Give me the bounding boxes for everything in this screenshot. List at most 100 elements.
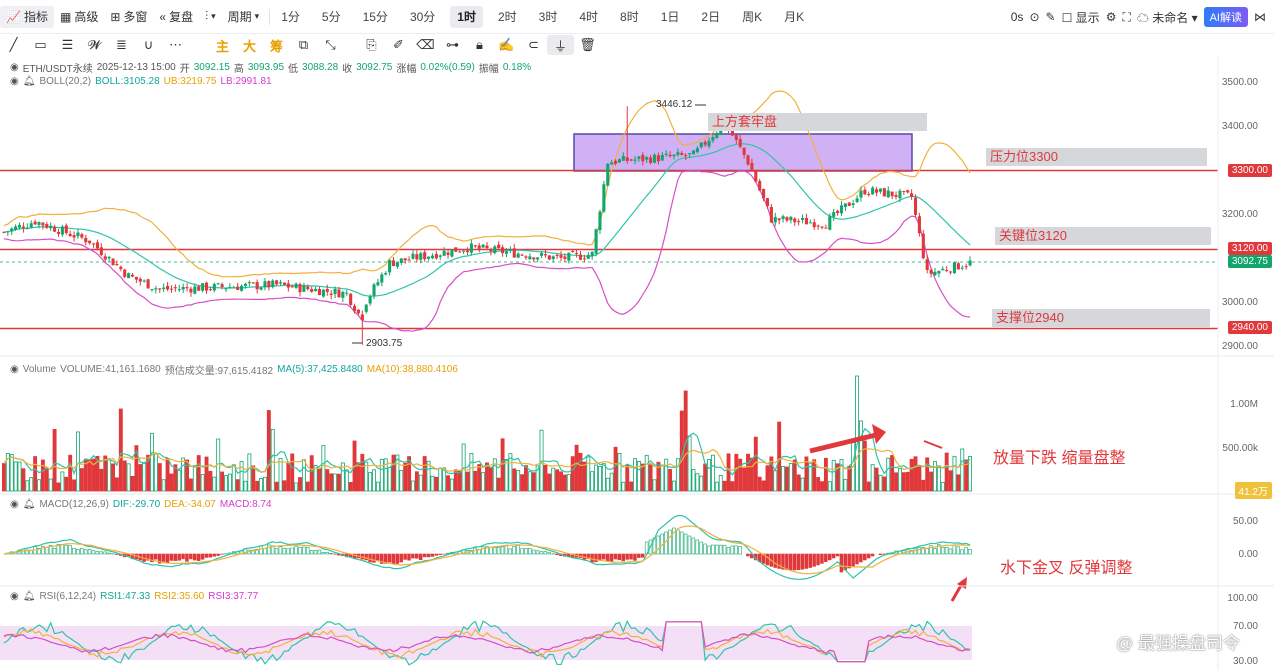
macd-histogram-bar xyxy=(325,552,329,555)
candle-body xyxy=(781,216,785,220)
macd-histogram-bar xyxy=(621,553,625,562)
volume-bar xyxy=(718,474,723,492)
candle-body xyxy=(380,274,384,283)
ai-interpret-button[interactable]: AI解读 xyxy=(1203,7,1248,27)
timeframe-0[interactable]: 1分 xyxy=(274,6,307,28)
volume-bar xyxy=(329,473,334,492)
timeframe-8[interactable]: 8时 xyxy=(613,6,646,28)
fib-tool-icon[interactable]: ≣ xyxy=(108,35,135,55)
volume-bar xyxy=(808,462,813,492)
replay-button[interactable]: «复盘 xyxy=(153,6,199,28)
advanced-button[interactable]: ▦ 高级 xyxy=(54,6,104,28)
period-dropdown[interactable]: 周期 ▾ xyxy=(222,6,266,28)
timeframe-12[interactable]: 月K xyxy=(777,6,811,28)
macd-histogram-bar xyxy=(683,533,688,555)
eye-icon[interactable]: ◉ xyxy=(10,76,19,87)
volume-bar xyxy=(317,467,322,492)
timeframe-7[interactable]: 4时 xyxy=(572,6,605,28)
camera-icon[interactable]: ⊙ xyxy=(1029,10,1039,24)
line-tool-icon[interactable]: ╱ xyxy=(0,35,27,55)
candle-body xyxy=(586,254,590,259)
macd-histogram-bar xyxy=(266,544,271,555)
candle-body xyxy=(228,287,232,289)
candle-body xyxy=(107,256,111,259)
timeframe-9[interactable]: 1日 xyxy=(654,6,687,28)
main-force-tool[interactable]: 主 xyxy=(209,35,236,55)
magnet-icon[interactable]: ⊂ xyxy=(520,35,547,55)
filter-icon[interactable]: ⏚ xyxy=(547,35,574,55)
macd-histogram-bar xyxy=(539,551,544,555)
bell-icon[interactable]: 🔔︎ xyxy=(23,591,36,602)
multi-window-button[interactable]: ⊞ 多窗 xyxy=(104,6,153,28)
fullscreen-icon[interactable]: ⛶ xyxy=(1122,10,1130,25)
volume-bar xyxy=(76,431,80,492)
timeframe-3[interactable]: 30分 xyxy=(403,6,442,28)
eye-icon[interactable]: ◉ xyxy=(10,62,19,73)
timeframe-2[interactable]: 15分 xyxy=(356,6,395,28)
candle-body xyxy=(738,139,742,147)
eye-icon[interactable]: ◉ xyxy=(10,364,19,375)
candle-body xyxy=(197,286,201,291)
volume-bar xyxy=(520,474,525,492)
candle-body xyxy=(645,156,649,160)
volume-bar xyxy=(605,477,610,492)
volume-bar xyxy=(823,457,828,492)
wave-tool-icon[interactable]: 𝓦 xyxy=(81,35,108,55)
timeframe-10[interactable]: 2日 xyxy=(694,6,727,28)
share-icon[interactable]: ⋈ xyxy=(1254,10,1266,24)
candle-body xyxy=(820,226,824,228)
eye-icon[interactable]: ◉ xyxy=(10,591,19,602)
volume-bar xyxy=(703,463,708,492)
chips-tool[interactable]: 筹 xyxy=(263,35,290,55)
macd-histogram-bar xyxy=(196,553,201,561)
lock-icon[interactable]: 🔒︎ xyxy=(466,35,493,55)
chart-area[interactable]: ◉ ETH/USDT永续 2025-12-13 15:00 开 3092.15 高… xyxy=(0,56,1274,670)
candle-body xyxy=(391,260,396,266)
macd-histogram-bar xyxy=(286,548,290,555)
timeframe-5[interactable]: 2时 xyxy=(491,6,524,28)
eraser-icon[interactable]: ⌫ xyxy=(412,35,439,55)
candle-body xyxy=(282,282,286,285)
boll-lower-line xyxy=(3,169,971,332)
gear-icon[interactable]: ⚙ xyxy=(1106,10,1117,24)
link-icon[interactable]: ⊶ xyxy=(439,35,466,55)
pencil-icon[interactable]: ✎ xyxy=(1046,10,1056,24)
timeframe-11[interactable]: 周K xyxy=(735,6,769,28)
candle-body xyxy=(921,233,925,259)
candle-body xyxy=(902,190,906,192)
timeframe-4[interactable]: 1时 xyxy=(450,5,483,28)
volume-bar xyxy=(481,472,486,492)
macd-histogram-bar xyxy=(863,553,867,561)
timeframe-1[interactable]: 5分 xyxy=(315,6,348,28)
copy-icon[interactable]: ⎘ xyxy=(358,35,385,55)
trash-icon[interactable]: 🗑︎ xyxy=(574,35,601,55)
brush-icon[interactable]: ✐ xyxy=(385,35,412,55)
eye-icon[interactable]: ◉ xyxy=(10,499,19,510)
volume-bar xyxy=(788,463,793,492)
note-icon[interactable]: ✍ xyxy=(493,35,520,55)
indicator-button[interactable]: 📈 指标 xyxy=(0,5,54,28)
rectangle-tool-icon[interactable]: ▭ xyxy=(27,35,54,55)
cloud-dropdown[interactable]: ☁ 未命名 ▾ xyxy=(1137,9,1198,26)
arc-tool-icon[interactable]: ∪ xyxy=(135,35,162,55)
support-zone-label: 支撑位2940 xyxy=(992,309,1210,327)
volume-bar xyxy=(921,479,926,492)
candle-body xyxy=(715,132,719,138)
template-icon[interactable]: ⧉ xyxy=(290,35,317,55)
bell-icon[interactable]: 🔔︎ xyxy=(23,76,36,87)
candle-body xyxy=(859,190,863,198)
timeframe-6[interactable]: 3时 xyxy=(532,6,565,28)
candle-body xyxy=(88,240,92,244)
volume-bar xyxy=(114,477,119,492)
chart-type-button[interactable]: ⫶ ▾ xyxy=(199,6,222,28)
display-button[interactable]: ☐ 显示 xyxy=(1062,9,1100,26)
more-tools-icon[interactable]: ⋯ xyxy=(162,35,189,55)
volume-bar xyxy=(504,459,509,492)
big-order-tool[interactable]: 大 xyxy=(236,35,263,55)
volume-bar xyxy=(594,464,599,492)
parallel-lines-icon[interactable]: ☰ xyxy=(54,35,81,55)
candle-body xyxy=(278,282,283,284)
macd-legend: ◉ 🔔︎ MACD(12,26,9) DIF:-29.70 DEA:-34.07… xyxy=(10,499,272,510)
bell-icon[interactable]: 🔔︎ xyxy=(23,499,36,510)
measure-icon[interactable]: ⤡ xyxy=(317,35,344,55)
